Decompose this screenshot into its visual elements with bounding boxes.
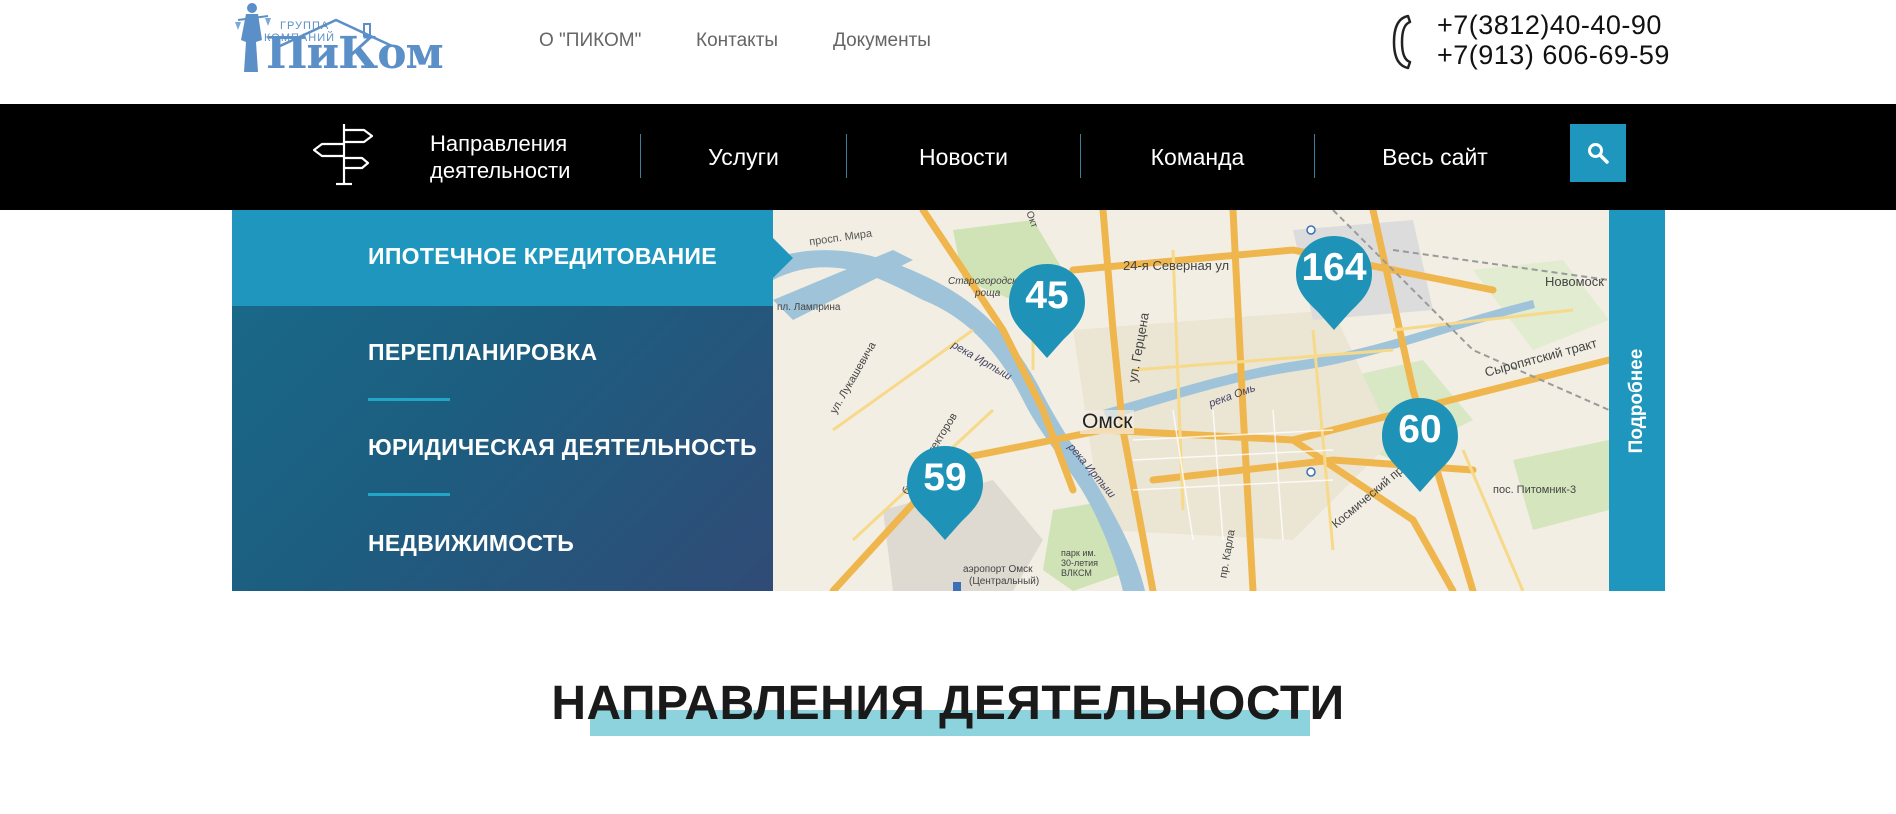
map-pin[interactable]: 164 [1294,234,1374,334]
nav-directions[interactable]: Направления деятельности [430,104,630,210]
map-label-airport: аэропорт Омск [963,564,1033,575]
map-pin[interactable]: 59 [905,444,985,544]
nav-all-site[interactable]: Весь сайт [1315,104,1555,210]
section-title: НАПРАВЛЕНИЯ ДЕЯТЕЛЬНОСТИ [551,677,1345,730]
more-details-label: Подробнее [1626,348,1647,453]
map-label-street: пл. Ламприна [777,302,841,313]
phone-number-1[interactable]: +7(3812)40-40-90 [1437,10,1670,40]
map-label-park: роща [975,288,1001,299]
nav-directions-line1: Направления [430,131,568,156]
company-logo[interactable]: ГРУППА КОМПАНИЙ ПиКом [232,0,444,80]
more-details-tab[interactable]: Подробнее [1609,210,1665,591]
map-label-park: парк им. [1061,548,1097,558]
menu-item-mortgage[interactable]: ИПОТЕЧНОЕ КРЕДИТОВАНИЕ [368,243,717,270]
search-icon [1588,143,1609,164]
map-label-airport: (Центральный) [969,576,1040,587]
map-pin[interactable]: 60 [1380,396,1460,496]
map-pin-count: 164 [1301,246,1367,289]
search-button[interactable] [1570,124,1626,182]
menu-item-real-estate[interactable]: НЕДВИЖИМОСТЬ [368,530,574,557]
map-pin-count: 45 [1025,274,1069,317]
map-label-district: Новомоск [1545,274,1604,289]
map-label-street: 24-я Северная ул [1123,258,1230,273]
map-pin-count: 60 [1398,408,1442,451]
map-label-district: пос. Питомник-3 [1493,484,1577,496]
topnav-documents-link[interactable]: Документы [833,30,931,51]
menu-item-legal[interactable]: ЮРИДИЧЕСКАЯ ДЕЯТЕЛЬНОСТЬ [368,434,757,461]
topnav-contacts[interactable]: Контакты [696,30,778,52]
map-pin[interactable]: 45 [1007,262,1087,362]
nav-services[interactable]: Услуги [641,104,846,210]
map-label-park: ВЛКСМ [1061,568,1092,578]
topnav-about[interactable]: О "ПИКОМ" [539,30,641,52]
topnav-documents[interactable]: Документы [833,30,931,52]
map-city-label: Омск [1080,410,1135,434]
menu-active-arrow [773,238,793,278]
logo-name: ПиКом [266,28,444,79]
menu-divider [368,493,450,496]
nav-directions-line2: деятельности [430,158,571,183]
phone-icon [1392,14,1412,70]
phone-numbers: +7(3812)40-40-90 +7(913) 606-69-59 [1437,10,1670,70]
phone-number-2[interactable]: +7(913) 606-69-59 [1437,40,1670,70]
topnav-contacts-link[interactable]: Контакты [696,30,778,51]
menu-divider [368,398,450,401]
nav-team[interactable]: Команда [1081,104,1314,210]
map-label-park: 30-летия [1061,558,1098,568]
map-pin-count: 59 [923,456,967,499]
topnav-about-link[interactable]: О "ПИКОМ" [539,30,641,51]
signpost-icon [312,124,374,186]
city-map[interactable]: просп. Мира 24-я Северная ул ул. Герцена… [773,210,1609,591]
menu-item-replanning[interactable]: ПЕРЕПЛАНИРОВКА [368,339,597,366]
nav-news[interactable]: Новости [847,104,1080,210]
